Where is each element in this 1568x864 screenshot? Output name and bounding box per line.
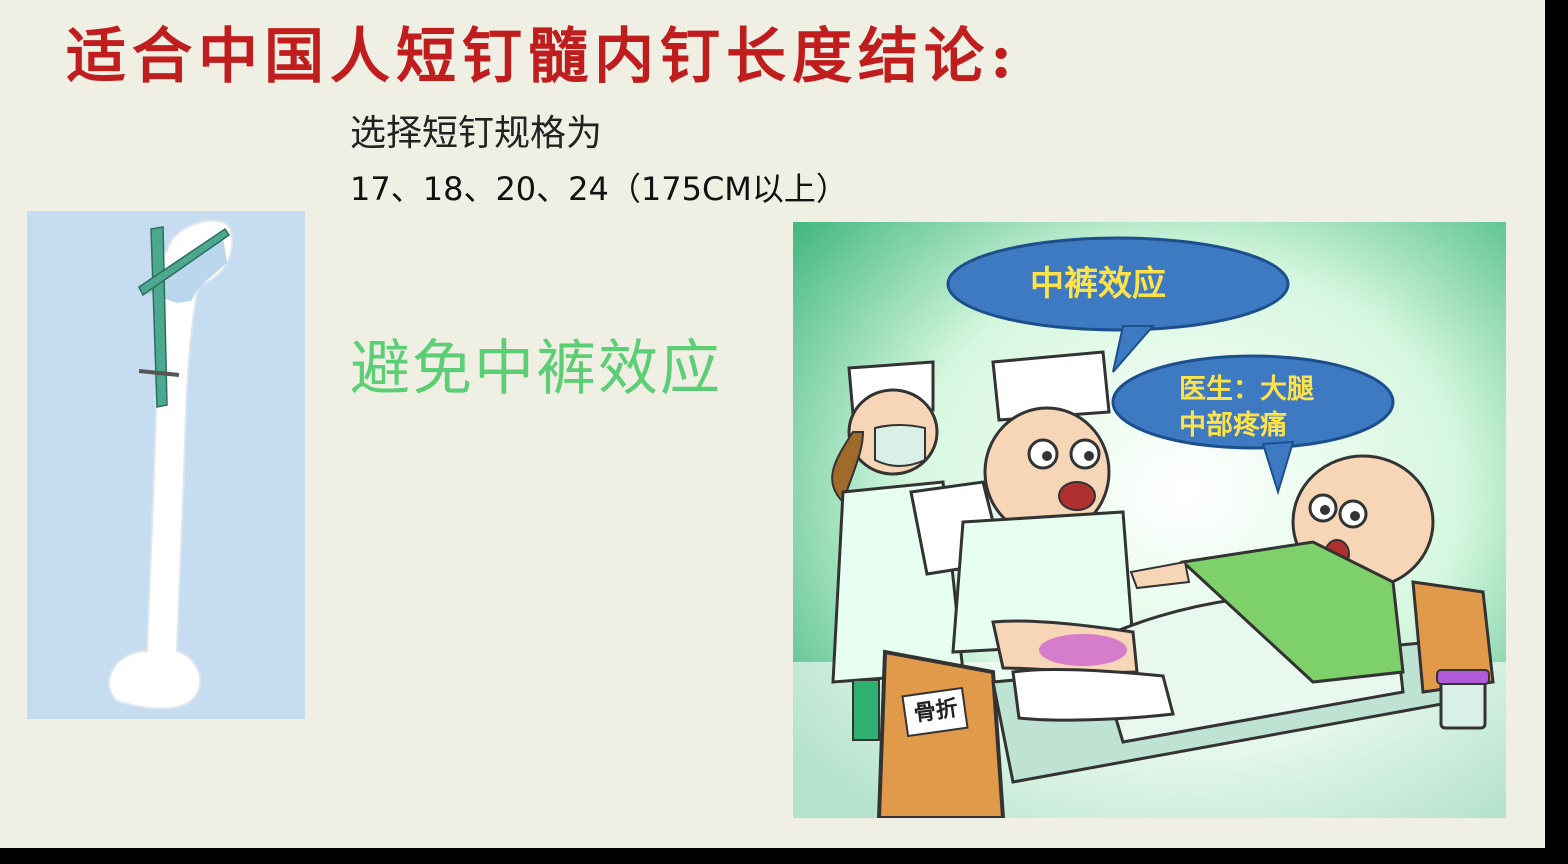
doctor-patient-cartoon: 中裤效应 医生：大腿 中部疼痛 骨折 [793,222,1506,820]
bubble-doctor-text: 中裤效应 [1030,264,1166,304]
spec-values: 17、18、20、24（175CM以上） [350,170,848,208]
slide-title: 适合中国人短钉髓内钉长度结论: [66,22,1019,92]
highlight-text: 避免中裤效应 [350,334,722,404]
cartoon-scene-icon [793,222,1506,820]
bubble-patient-text: 医生：大腿 中部疼痛 [1179,372,1314,444]
slide: 适合中国人短钉髓内钉长度结论: 选择短钉规格为 17、18、20、24（175C… [0,0,1545,848]
spec-label: 选择短钉规格为 [350,113,603,154]
bubble-patient-line1: 医生：大腿 [1179,374,1314,405]
bottom-edge [0,848,1568,864]
femur-nail-illustration [27,211,305,719]
femur-nail-icon [27,211,305,719]
bubble-patient-line2: 中部疼痛 [1179,410,1287,441]
